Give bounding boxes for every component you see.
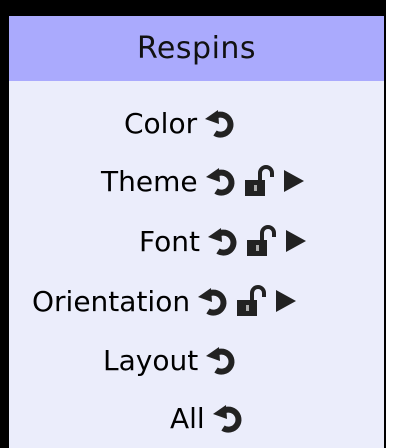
play-arrow-icon[interactable] xyxy=(284,224,308,258)
play-arrow-icon[interactable] xyxy=(274,284,298,318)
panel-header: Respins xyxy=(9,0,384,81)
respin-icon[interactable] xyxy=(211,401,245,435)
row-theme: Theme xyxy=(101,157,306,205)
row-orientation: Orientation xyxy=(32,277,298,325)
row-all: All xyxy=(170,394,245,442)
unlock-icon[interactable] xyxy=(242,164,276,198)
respin-icon[interactable] xyxy=(196,284,230,318)
respin-icon[interactable] xyxy=(204,164,238,198)
respin-icon[interactable] xyxy=(206,224,240,258)
row-color: Color xyxy=(124,99,237,147)
row-label-all: All xyxy=(170,401,205,435)
row-label-color: Color xyxy=(124,106,198,140)
row-label-orientation: Orientation xyxy=(32,284,191,318)
panel-title: Respins xyxy=(136,31,257,66)
row-label-font: Font xyxy=(139,224,200,258)
respins-panel: Respins Color Theme Font Orientation Lay… xyxy=(0,0,386,448)
row-label-theme: Theme xyxy=(101,164,198,198)
respin-icon[interactable] xyxy=(204,343,238,377)
row-font: Font xyxy=(139,217,308,265)
respin-icon[interactable] xyxy=(203,106,237,140)
row-label-layout: Layout xyxy=(103,343,199,377)
play-arrow-icon[interactable] xyxy=(282,164,306,198)
unlock-icon[interactable] xyxy=(234,284,268,318)
unlock-icon[interactable] xyxy=(244,224,278,258)
row-layout: Layout xyxy=(103,336,238,384)
